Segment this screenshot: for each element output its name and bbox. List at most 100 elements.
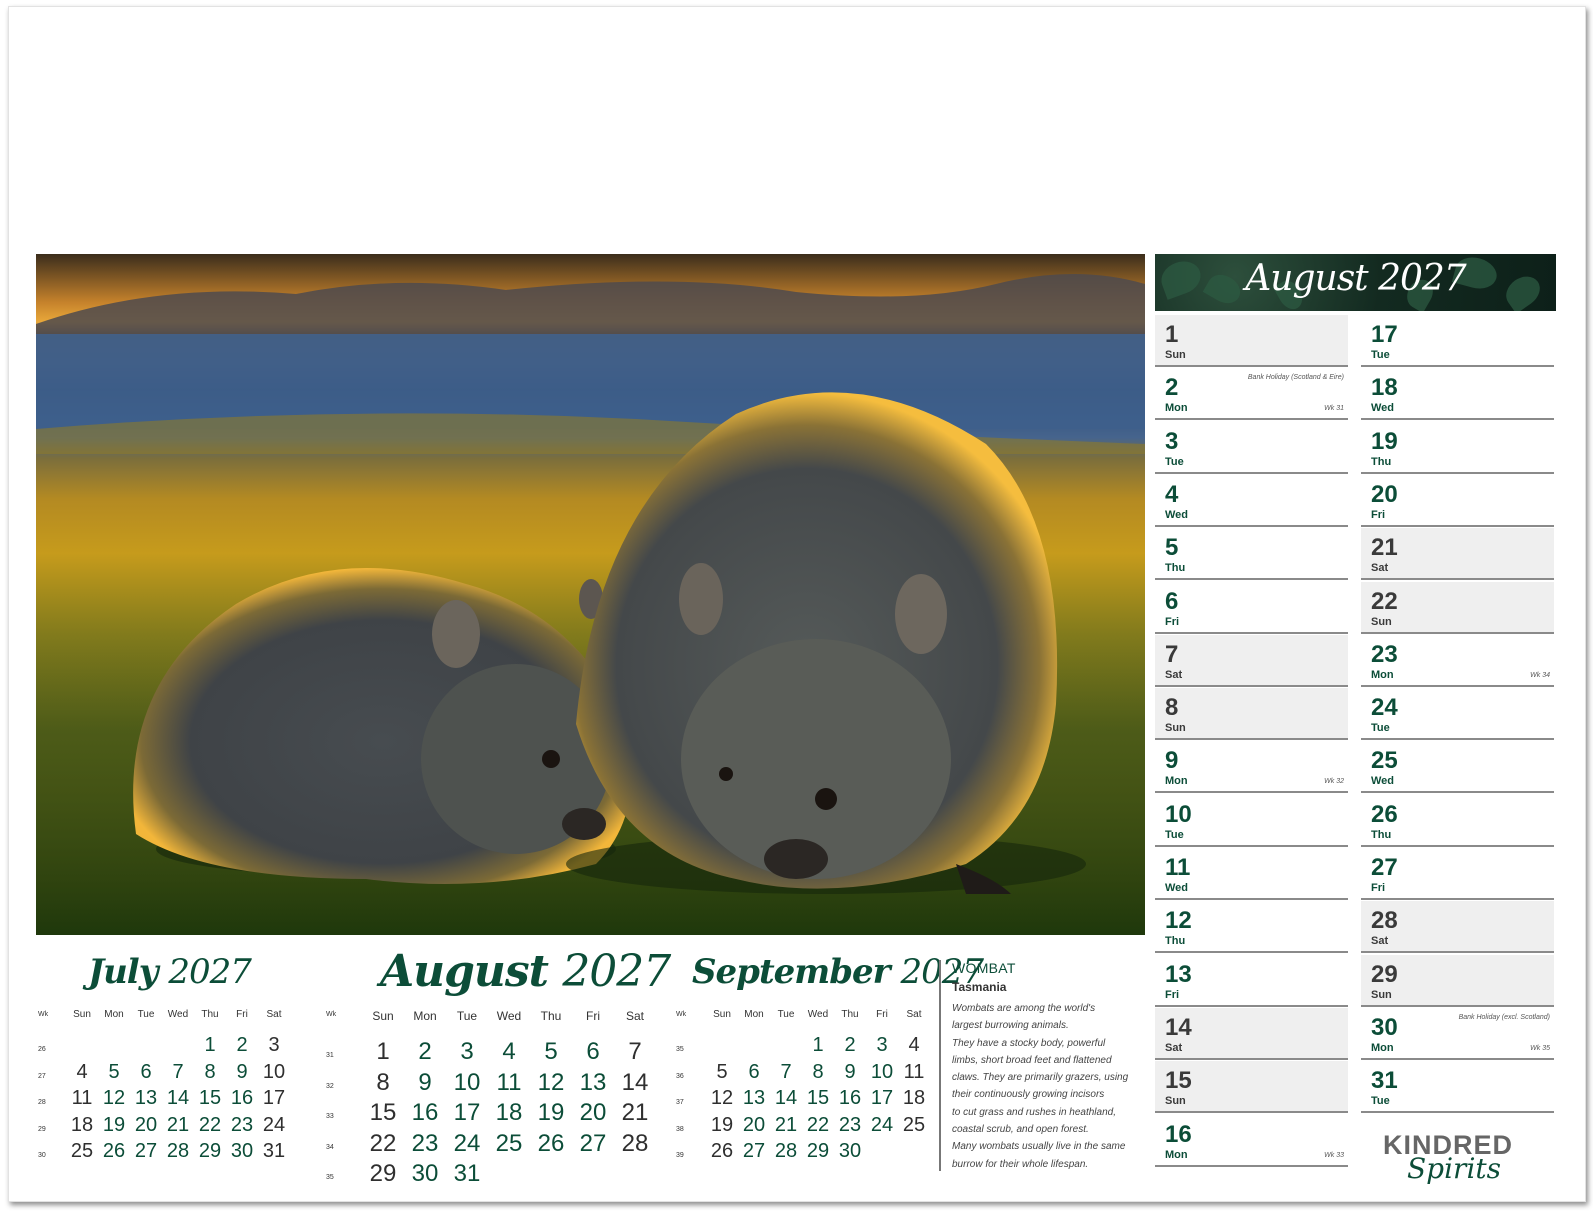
mini-day: 23 bbox=[230, 1113, 254, 1136]
mini-day: 9 bbox=[418, 1068, 432, 1096]
mini-day: 20 bbox=[134, 1113, 158, 1136]
mini-day: 14 bbox=[621, 1068, 649, 1096]
mini-day: 3 bbox=[876, 1034, 888, 1056]
day-cell: 26 Thu bbox=[1361, 794, 1554, 847]
day-number: 21 bbox=[1371, 534, 1398, 562]
mini-day: 19 bbox=[710, 1113, 734, 1136]
mini-week-number: 38 bbox=[676, 1125, 684, 1133]
info-line: their continuously growing incisors bbox=[952, 1089, 1105, 1101]
mini-day: 28 bbox=[774, 1140, 798, 1162]
week-number: Wk 31 bbox=[1324, 405, 1344, 413]
day-cell: 15 Sun bbox=[1155, 1061, 1348, 1114]
day-cell: 20 Fri bbox=[1361, 474, 1554, 527]
day-weekday: Sun bbox=[1371, 988, 1392, 1001]
info-line: coastal scrub, and open forest. bbox=[952, 1124, 1089, 1136]
mini-day: 29 bbox=[198, 1140, 222, 1162]
mini-weekday-header: Fri bbox=[586, 1009, 600, 1023]
mini-day: 21 bbox=[621, 1099, 649, 1126]
mini-day: 3 bbox=[268, 1034, 280, 1056]
day-weekday: Sat bbox=[1165, 668, 1183, 681]
mini-month-title: August 2027 bbox=[380, 946, 671, 997]
day-cell: 23 Mon Wk 34 bbox=[1361, 634, 1554, 687]
info-subtitle: Tasmania bbox=[952, 980, 1007, 994]
day-weekday: Thu bbox=[1165, 935, 1186, 948]
wombat-photo bbox=[36, 254, 1145, 935]
mini-day: 14 bbox=[774, 1087, 798, 1109]
info-line: Wombats are among the world's bbox=[952, 1003, 1096, 1014]
mini-month-title: July 2027 bbox=[88, 952, 252, 992]
day-cell: 27 Fri bbox=[1361, 848, 1554, 900]
mini-day: 27 bbox=[742, 1140, 766, 1162]
mini-weekday-header: Tue bbox=[456, 1009, 478, 1023]
mini-day: 25 bbox=[70, 1140, 94, 1162]
day-cell: 11 Wed bbox=[1155, 848, 1348, 900]
day-number: 20 bbox=[1371, 480, 1398, 508]
mini-month-name: September bbox=[692, 952, 891, 992]
day-weekday: Fri bbox=[1371, 882, 1386, 894]
mini-day: 5 bbox=[108, 1060, 120, 1083]
mini-day: 4 bbox=[76, 1060, 88, 1083]
mini-month-name: August bbox=[380, 946, 549, 997]
mini-month-name: July bbox=[88, 952, 158, 992]
mini-day: 2 bbox=[844, 1034, 856, 1056]
week-number: Wk 35 bbox=[1530, 1044, 1550, 1052]
mini-day: 22 bbox=[198, 1113, 222, 1136]
mini-day: 18 bbox=[495, 1099, 523, 1126]
mini-day: 10 bbox=[870, 1060, 894, 1083]
mini-day: 15 bbox=[806, 1087, 830, 1109]
mini-day: 25 bbox=[902, 1113, 926, 1136]
mini-day: 26 bbox=[710, 1140, 734, 1162]
day-weekday: Fri bbox=[1165, 615, 1180, 628]
mini-weekday-header: Mon bbox=[744, 1009, 764, 1020]
day-cell: 12 Thu bbox=[1155, 901, 1348, 954]
mini-week-number: 34 bbox=[326, 1143, 334, 1151]
mini-week-number: 29 bbox=[38, 1125, 46, 1133]
day-cell: 3 Tue bbox=[1155, 421, 1348, 474]
day-weekday: Sat bbox=[1371, 562, 1389, 575]
mini-month-year: 2027 bbox=[562, 946, 671, 997]
mini-weekday-header: Thu bbox=[540, 1009, 562, 1023]
mini-weekday-header: Mon bbox=[413, 1009, 437, 1023]
mini-day: 30 bbox=[230, 1140, 254, 1162]
day-weekday: Fri bbox=[1371, 508, 1386, 521]
info-divider bbox=[939, 960, 941, 1171]
day-weekday: Wed bbox=[1165, 508, 1189, 521]
day-weekday: Tue bbox=[1371, 349, 1390, 361]
day-number: 22 bbox=[1371, 587, 1398, 615]
mini-day: 27 bbox=[579, 1129, 607, 1157]
mini-day: 9 bbox=[236, 1060, 248, 1083]
mini-week-number: 37 bbox=[676, 1099, 684, 1106]
day-cell: 30 Mon Bank Holiday (excl. Scotland) Wk 35 bbox=[1361, 1007, 1554, 1060]
mini-day: 13 bbox=[134, 1087, 158, 1109]
day-number: 24 bbox=[1371, 694, 1398, 722]
mini-day: 30 bbox=[411, 1160, 439, 1187]
mini-week-number: 30 bbox=[38, 1152, 46, 1159]
day-number: 2 bbox=[1165, 374, 1179, 402]
mini-day: 6 bbox=[140, 1060, 152, 1083]
day-cell: 16 Mon Wk 33 bbox=[1155, 1114, 1348, 1167]
info-line: to cut grass and rushes in heathland, bbox=[952, 1106, 1116, 1118]
day-number: 18 bbox=[1371, 374, 1398, 402]
mini-week-number: 33 bbox=[326, 1113, 334, 1121]
week-number: Wk 34 bbox=[1530, 671, 1550, 679]
day-weekday: Mon bbox=[1371, 668, 1394, 681]
mini-weekday-header: Sat bbox=[625, 1009, 644, 1023]
mini-day: 24 bbox=[262, 1113, 286, 1136]
mini-month-year: 2027 bbox=[168, 952, 252, 992]
wombat-illustration bbox=[36, 274, 1145, 935]
mini-day: 24 bbox=[870, 1113, 894, 1136]
day-number: 13 bbox=[1165, 960, 1192, 988]
info-line: Many wombats usually live in the same bbox=[952, 1141, 1126, 1153]
mini-day: 21 bbox=[774, 1113, 798, 1136]
mini-day: 23 bbox=[838, 1113, 862, 1136]
mini-day: 10 bbox=[262, 1060, 286, 1083]
day-number: 6 bbox=[1165, 587, 1179, 615]
day-cell: 28 Sat bbox=[1361, 901, 1554, 954]
mini-day: 1 bbox=[812, 1034, 824, 1056]
mini-weekday-header: Tue bbox=[777, 1009, 795, 1020]
mini-day: 21 bbox=[166, 1113, 190, 1136]
mini-day: 8 bbox=[204, 1060, 216, 1083]
day-weekday: Tue bbox=[1371, 1095, 1390, 1108]
info-line: burrow for their whole lifespan. bbox=[952, 1158, 1089, 1170]
day-weekday: Tue bbox=[1371, 722, 1390, 735]
